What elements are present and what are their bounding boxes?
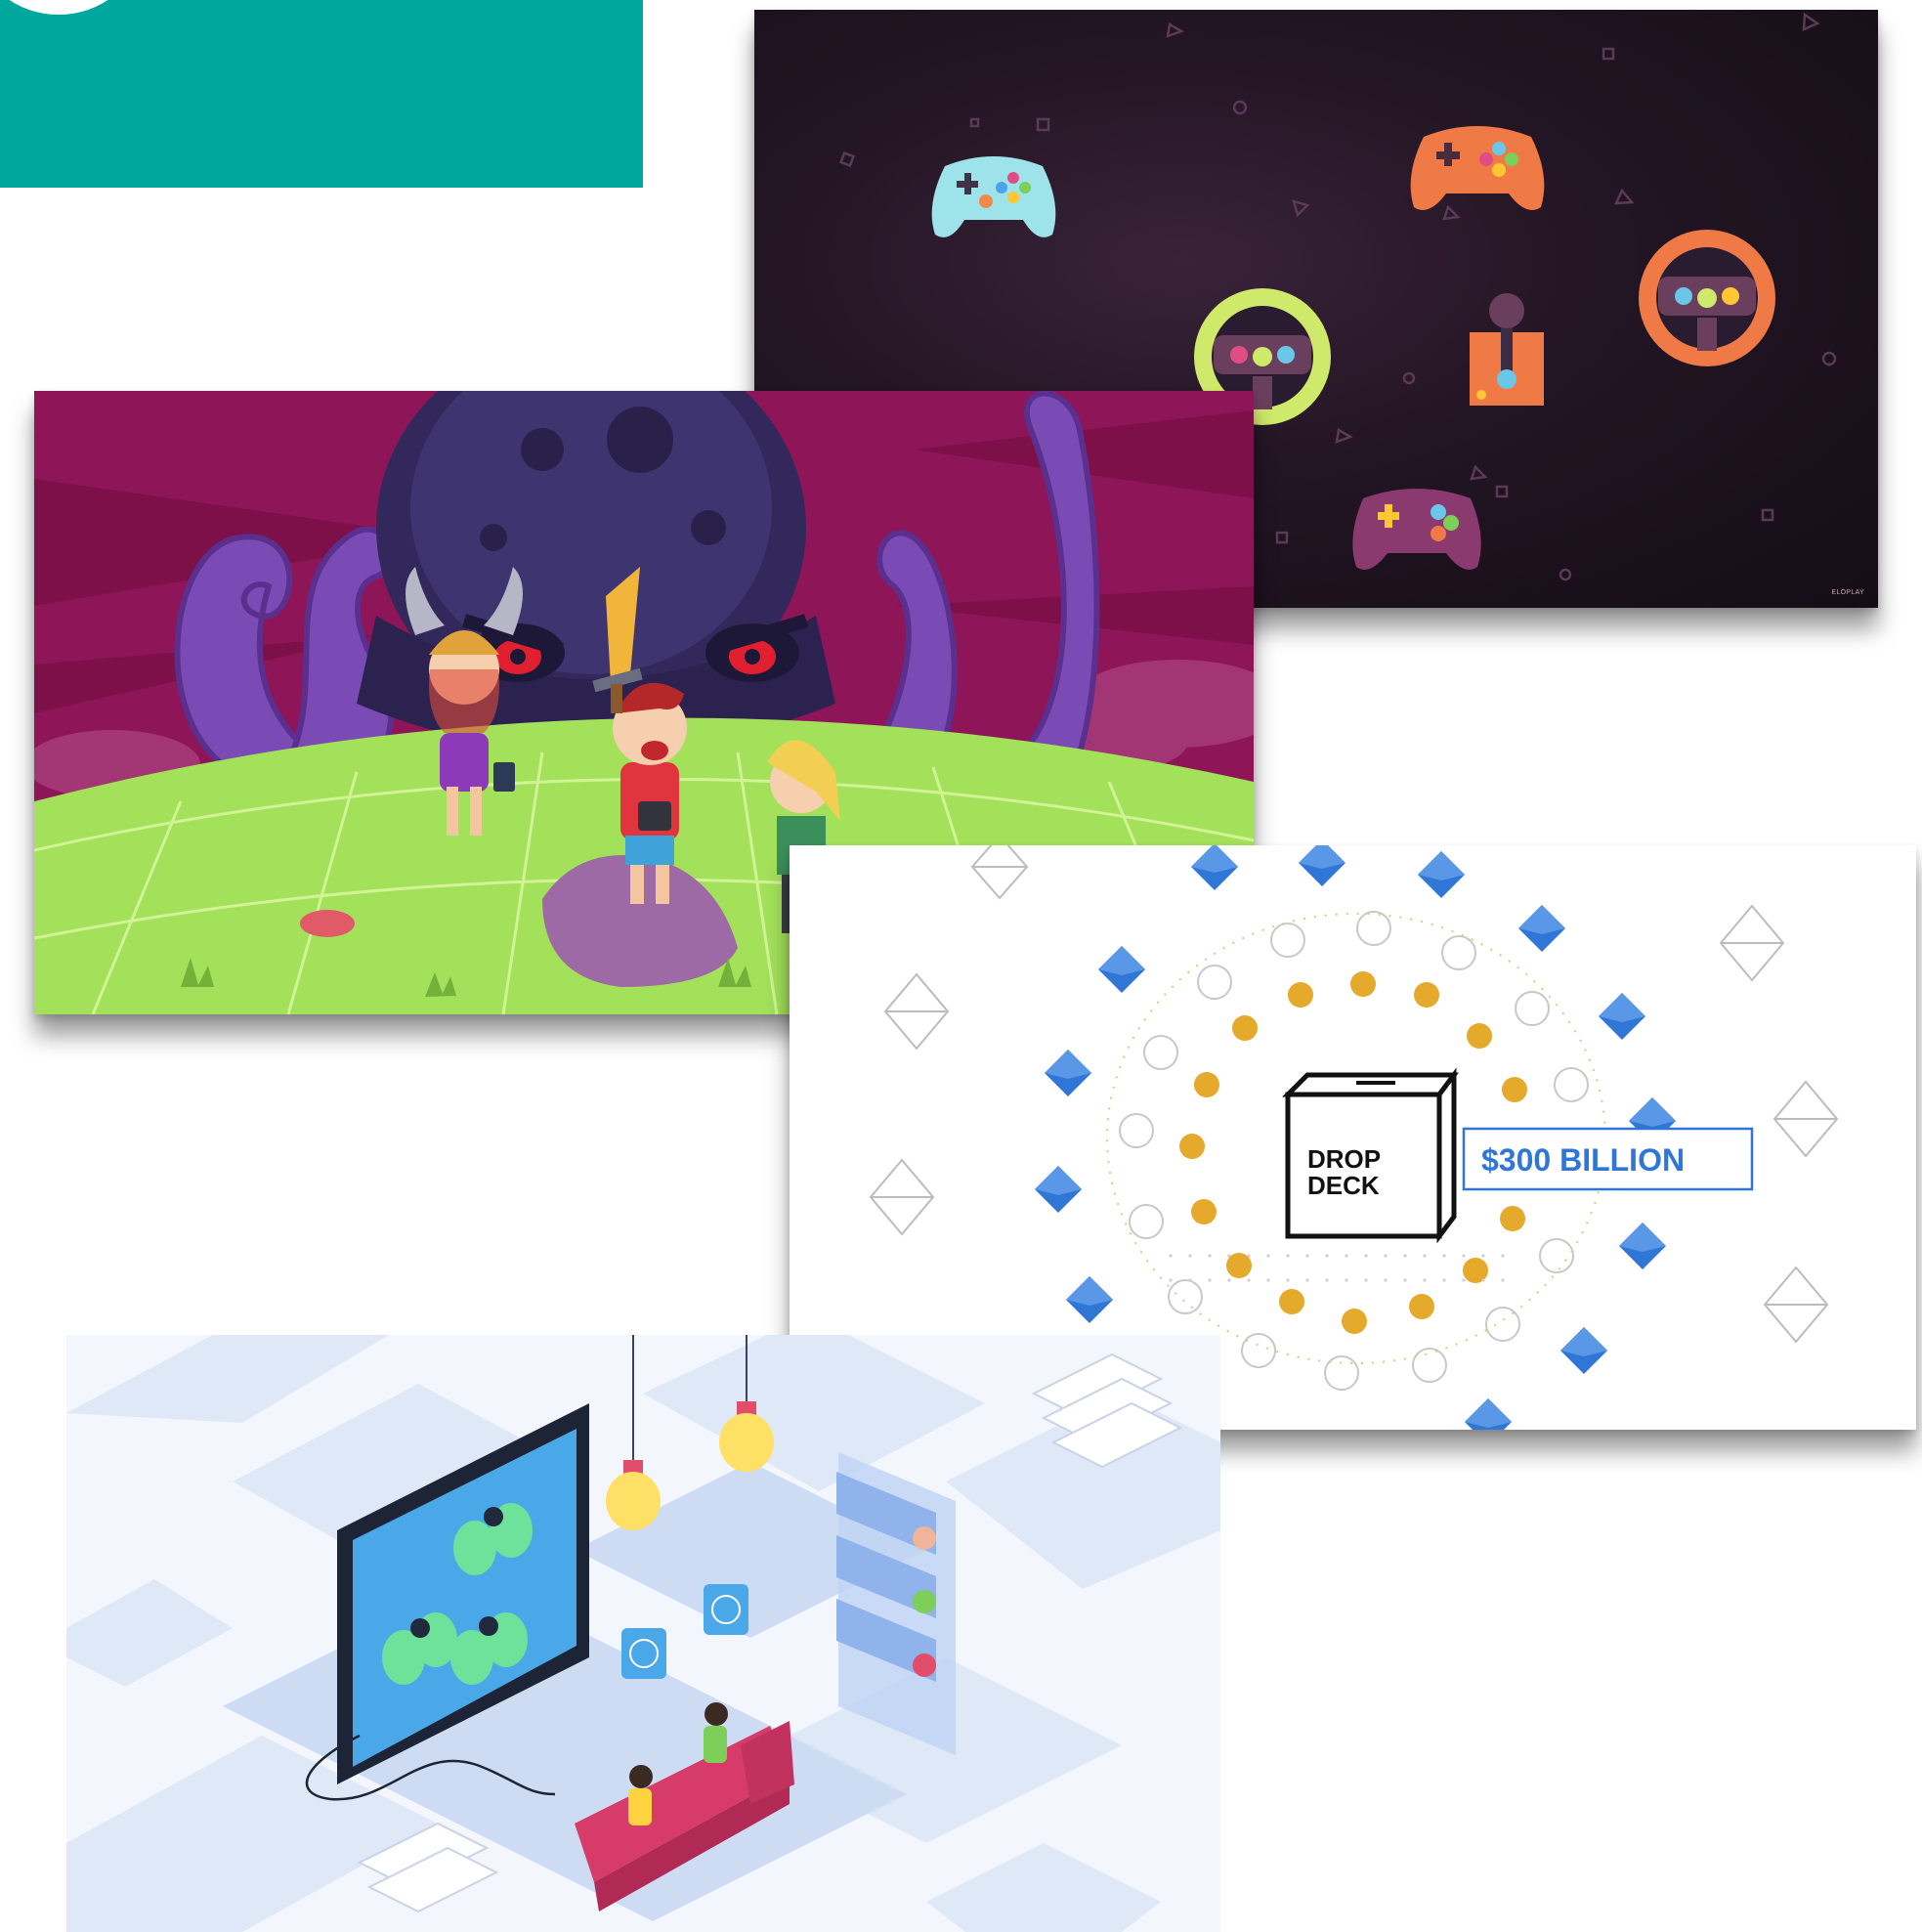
isometric-room-panel [66,1335,1220,1932]
joystick-icon [1470,293,1544,406]
octopus-head [357,391,835,752]
drop-logo-line1: DROP [1307,1144,1381,1174]
steering-wheel-icon-orange [1639,230,1775,366]
gamepad-icon-orange [1410,126,1545,210]
chat-panel [836,1452,956,1755]
isometric-illustration [66,1335,1220,1932]
person-1 [704,1702,728,1763]
box-logo: DROP DECK [1281,1067,1459,1244]
eloplay-brand: ELOPLAY [1831,589,1864,596]
teal-header-block [0,0,643,188]
smiley-chat-icon-1 [621,1628,666,1679]
gamepad-icon-purple [1352,489,1481,570]
gamepad-icon-blue [931,156,1056,237]
person-2 [628,1765,653,1825]
amount-text: $300 BILLION [1481,1142,1685,1178]
drop-logo-line2: DECK [1307,1171,1380,1200]
white-arc-decoration [0,0,137,15]
smiley-chat-icon-2 [704,1584,748,1635]
